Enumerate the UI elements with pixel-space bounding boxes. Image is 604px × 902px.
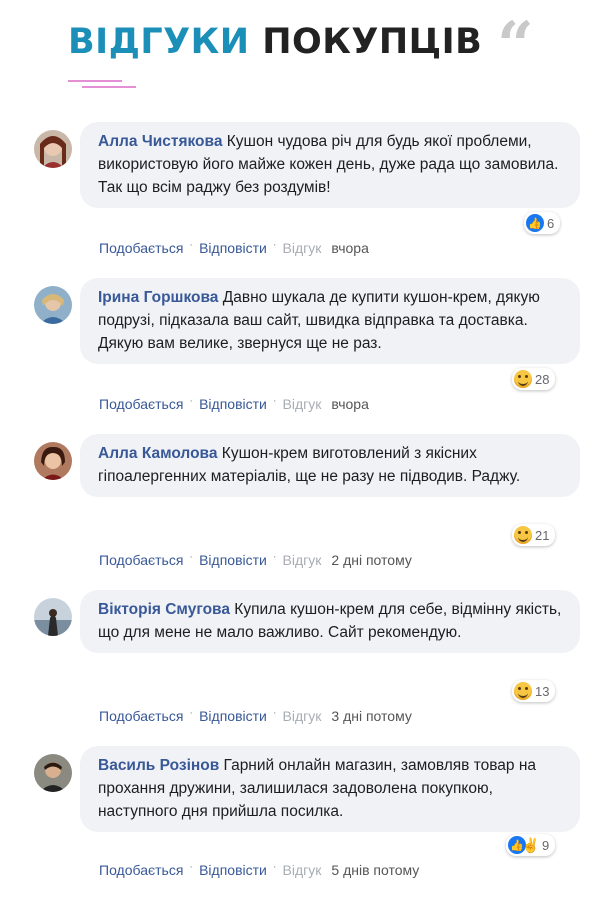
commenter-name[interactable]: Алла Камолова [98, 445, 217, 462]
smile-icon [514, 370, 532, 388]
separator: · [272, 707, 277, 719]
comment-bubble: Алла Чистякова Кушон чудова річ для будь… [80, 122, 580, 208]
reaction-badge[interactable]: 28 [512, 368, 556, 390]
separator: · [189, 707, 194, 719]
avatar[interactable] [34, 598, 72, 636]
reaction-badge[interactable]: 👍 ✌ 9 [506, 834, 556, 856]
reply-link[interactable]: Відповісти [199, 240, 267, 256]
timestamp[interactable]: 5 днів потому [331, 862, 419, 878]
review-link[interactable]: Відгук [283, 396, 322, 412]
comment-bubble: Ірина Горшкова Давно шукала де купити ку… [80, 278, 580, 364]
comment-actions: Подобається · Відповісти · Відгук 2 дні … [99, 551, 412, 568]
comment-bubble: Алла Камолова Кушон-крем виготовлений з … [80, 434, 580, 497]
like-link[interactable]: Подобається [99, 708, 183, 724]
comment-actions: Подобається · Відповісти · Відгук 5 днів… [99, 861, 419, 878]
separator: · [272, 551, 277, 563]
separator: · [189, 395, 194, 407]
reaction-count: 6 [547, 215, 555, 231]
reaction-badge[interactable]: 21 [512, 524, 556, 546]
like-icon: 👍 [526, 214, 544, 232]
comment-bubble: Вікторія Смугова Купила кушон-крем для с… [80, 590, 580, 653]
commenter-name[interactable]: Алла Чистякова [98, 133, 222, 150]
like-link[interactable]: Подобається [99, 552, 183, 568]
reaction-count: 21 [535, 527, 550, 543]
like-link[interactable]: Подобається [99, 396, 183, 412]
reaction-count: 9 [542, 837, 550, 853]
timestamp[interactable]: 3 дні потому [331, 708, 411, 724]
avatar[interactable] [34, 442, 72, 480]
avatar[interactable] [34, 130, 72, 168]
review-link[interactable]: Відгук [283, 862, 322, 878]
commenter-name[interactable]: Ірина Горшкова [98, 289, 218, 306]
title-accent-word: ВІДГУКИ [68, 22, 250, 62]
smile-icon [514, 526, 532, 544]
review-link[interactable]: Відгук [283, 240, 322, 256]
reply-link[interactable]: Відповісти [199, 552, 267, 568]
separator: · [272, 239, 277, 251]
like-link[interactable]: Подобається [99, 240, 183, 256]
reaction-badge[interactable]: 13 [512, 680, 556, 702]
smile-icon [514, 682, 532, 700]
reaction-badge[interactable]: 👍 6 [524, 212, 561, 234]
separator: · [272, 395, 277, 407]
timestamp[interactable]: 2 дні потому [331, 552, 411, 568]
separator: · [189, 239, 194, 251]
separator: · [189, 861, 194, 873]
review-link[interactable]: Відгук [283, 552, 322, 568]
reply-link[interactable]: Відповісти [199, 708, 267, 724]
reply-link[interactable]: Відповісти [199, 862, 267, 878]
comment-bubble: Василь Розінов Гарний онлайн магазин, за… [80, 746, 580, 832]
section-header: ВІДГУКИ ПОКУПЦІВ “ [0, 0, 604, 100]
hand-icon: ✌ [522, 836, 540, 853]
decorative-underline [82, 86, 136, 88]
commenter-name[interactable]: Василь Розінов [98, 757, 219, 774]
title-rest-word: ПОКУПЦІВ [262, 22, 483, 62]
reaction-count: 28 [535, 371, 550, 387]
section-title: ВІДГУКИ ПОКУПЦІВ [68, 22, 482, 62]
commenter-name[interactable]: Вікторія Смугова [98, 601, 230, 618]
like-link[interactable]: Подобається [99, 862, 183, 878]
avatar[interactable] [34, 286, 72, 324]
review-link[interactable]: Відгук [283, 708, 322, 724]
decorative-underline [68, 80, 122, 82]
timestamp[interactable]: вчора [331, 396, 368, 412]
reply-link[interactable]: Відповісти [199, 396, 267, 412]
separator: · [272, 861, 277, 873]
timestamp[interactable]: вчора [331, 240, 368, 256]
quote-icon: “ [497, 8, 534, 83]
comment-actions: Подобається · Відповісти · Відгук 3 дні … [99, 707, 412, 724]
reaction-count: 13 [535, 683, 550, 699]
comment-actions: Подобається · Відповісти · Відгук вчора [99, 239, 369, 256]
comment-actions: Подобається · Відповісти · Відгук вчора [99, 395, 369, 412]
separator: · [189, 551, 194, 563]
avatar[interactable] [34, 754, 72, 792]
